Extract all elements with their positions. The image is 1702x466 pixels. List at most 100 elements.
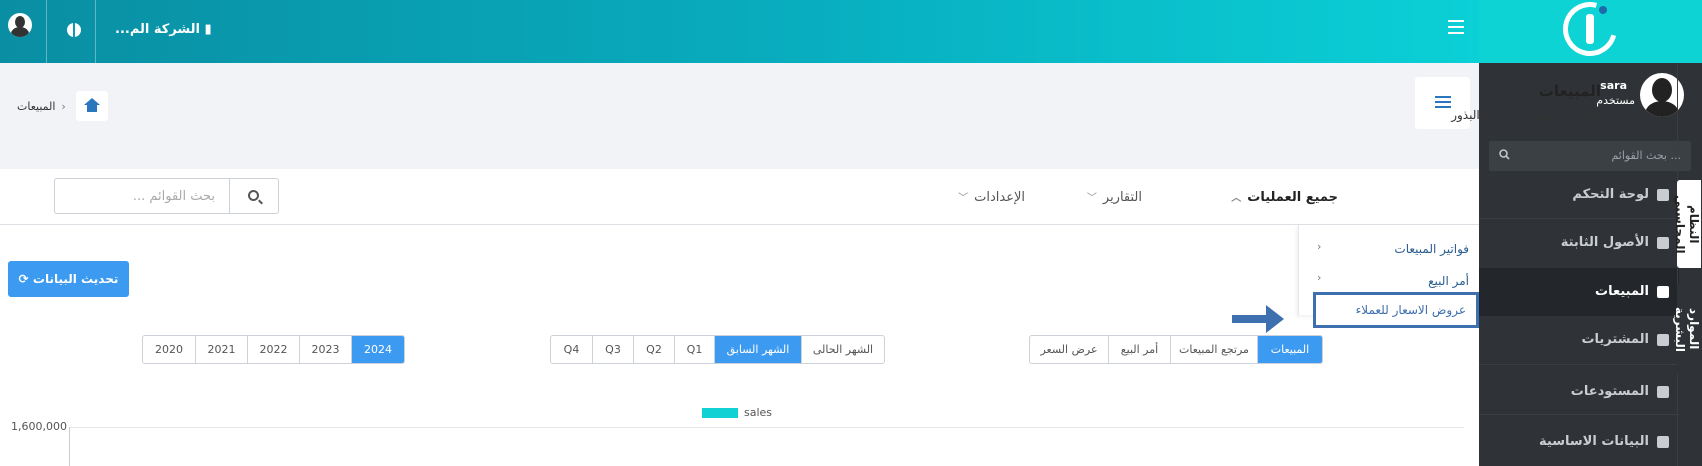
sidebar-item-label: المستودعات (1570, 384, 1649, 399)
tab-price-quote[interactable]: عرض السعر (1030, 336, 1108, 363)
dropdown-item-customer-quotes[interactable]: عروض الاسعار للعملاء (1313, 292, 1479, 328)
nav-all-operations[interactable]: جميع العمليات ︿ (1231, 189, 1338, 205)
building-icon: ▮ (204, 22, 212, 37)
tab-q2[interactable]: Q2 (633, 336, 674, 363)
info-icon (1657, 436, 1669, 448)
tab-year-2024[interactable]: 2024 (351, 336, 404, 363)
breadcrumb-company[interactable]: الشركة المصرية (1520, 108, 1601, 122)
breadcrumb-label: المبيعات (17, 100, 56, 113)
y-tick-label: 1,600,000 (11, 420, 67, 433)
tab-q1[interactable]: Q1 (674, 336, 714, 363)
tab-year-2020[interactable]: 2020 (143, 336, 195, 363)
chevron-left-icon: ‹ (1509, 108, 1514, 122)
home-button[interactable] (76, 91, 108, 121)
search-icon (1499, 149, 1510, 164)
dropdown-item-sales-order[interactable]: أمر البيع (1428, 274, 1469, 288)
search-button[interactable] (228, 178, 279, 214)
sidebar-item-sales[interactable]: المبيعات (1479, 268, 1679, 316)
chevron-right-icon: › (1317, 240, 1322, 253)
divider (46, 0, 47, 63)
arrow-right-icon (1232, 305, 1288, 339)
breadcrumb-current: المبيعات › (17, 100, 66, 113)
company-selector[interactable]: ▮ الشركة الم... (115, 22, 212, 37)
file-icon (1657, 237, 1669, 249)
chevron-down-icon: ﹀ (1086, 193, 1097, 204)
y-axis (69, 427, 70, 466)
tab-hr[interactable]: الموارد البشرية (1673, 284, 1701, 374)
tab-year-2023[interactable]: 2023 (299, 336, 351, 363)
legend-swatch (702, 408, 738, 418)
nav-settings[interactable]: الإعدادات ﹀ (958, 189, 1025, 205)
user-name: sara (1600, 79, 1627, 92)
tab-current-month[interactable]: الشهر الحالى (801, 336, 884, 363)
module-nav: جميع العمليات ︿ التقارير ﹀ الإعدادات ﹀ بحث … (0, 169, 1479, 225)
tab-year-2022[interactable]: 2022 (247, 336, 299, 363)
sidebar-item-label: الأصول الثابتة (1560, 235, 1649, 250)
nav-label: الإعدادات (974, 190, 1025, 205)
sidebar-search-input[interactable]: بحث القوائم ... (1489, 141, 1691, 171)
year-tabs: 2020 2021 2022 2023 2024 (142, 335, 405, 364)
tab-sales[interactable]: المبيعات (1257, 336, 1322, 363)
divider (1479, 414, 1679, 415)
chevron-right-icon: › (61, 100, 66, 113)
search-input[interactable]: بحث القوائم ... (54, 178, 230, 214)
company-name: الشركة الم... (115, 22, 200, 37)
top-bar: ▮ الشركة الم... (0, 0, 1479, 63)
tab-accounting[interactable]: النظام المحاسبي (1673, 180, 1701, 268)
logo-area (1479, 0, 1702, 66)
divider (95, 0, 96, 63)
sidebar-item-warehouses[interactable]: المستودعات (1479, 368, 1679, 416)
refresh-label: تحديث البيانات (32, 272, 119, 286)
user-avatar-icon[interactable] (8, 13, 32, 37)
sidebar-item-basic-data[interactable]: البيانات الاساسية (1479, 418, 1679, 466)
page-header (0, 63, 1479, 153)
sidebar: sara مستخدم بحث القوائم ... لوحة التحكم … (1479, 63, 1702, 466)
menu-toggle-icon[interactable] (1448, 20, 1464, 34)
truck-icon (1657, 286, 1669, 298)
grid-line (69, 427, 1464, 428)
sidebar-item-label: المبيعات (1595, 284, 1649, 299)
chevron-right-icon: › (1317, 271, 1322, 284)
dropdown-item-label: عروض الاسعار للعملاء (1355, 303, 1466, 317)
chevron-up-icon: ︿ (1231, 193, 1242, 204)
logo-dot (1599, 6, 1607, 14)
sidebar-item-dashboard[interactable]: لوحة التحكم (1479, 171, 1679, 219)
breadcrumb-branch[interactable]: فرع البذور (1451, 108, 1503, 122)
tab-sales-order[interactable]: أمر البيع (1108, 336, 1170, 363)
chevron-down-icon: ﹀ (958, 193, 969, 204)
user-role: مستخدم (1596, 94, 1635, 107)
sidebar-item-purchases[interactable]: المشتريات (1479, 316, 1679, 364)
breadcrumb: الشركة المصرية ‹ فرع البذور (1451, 108, 1601, 122)
sidebar-item-label: لوحة التحكم (1572, 187, 1649, 202)
nav-reports[interactable]: التقارير ﹀ (1087, 189, 1142, 205)
page-title: المبيعات (1538, 82, 1601, 100)
tab-previous-month[interactable]: الشهر السابق (714, 336, 801, 363)
type-tabs: عرض السعر أمر البيع مرتجع المبيعات المبي… (1029, 335, 1323, 364)
home-icon (84, 98, 100, 112)
archive-icon (1657, 386, 1669, 398)
tab-q3[interactable]: Q3 (592, 336, 633, 363)
search-placeholder: بحث القوائم ... (132, 189, 215, 204)
user-block: sara مستخدم (1479, 63, 1702, 141)
nav-label: التقارير (1102, 190, 1142, 205)
tab-sales-returns[interactable]: مرتجع المبيعات (1170, 336, 1257, 363)
dashboard-icon (1657, 189, 1669, 201)
dropdown-item-sales-invoices[interactable]: فواتير المبيعات (1394, 242, 1469, 256)
tab-q4[interactable]: Q4 (551, 336, 592, 363)
search-placeholder: بحث القوائم ... (1611, 149, 1681, 162)
refresh-icon: ⟳ (18, 272, 29, 286)
nav-label: جميع العمليات (1247, 190, 1338, 205)
sidebar-item-label: المشتريات (1581, 332, 1649, 347)
tab-year-2021[interactable]: 2021 (195, 336, 247, 363)
sidebar-item-label: البيانات الاساسية (1539, 434, 1649, 449)
period-tabs: Q4 Q3 Q2 Q1 الشهر السابق الشهر الحالى (550, 335, 885, 364)
money-icon (1657, 334, 1669, 346)
logo-letter (1586, 14, 1594, 44)
globe-icon[interactable] (67, 23, 81, 37)
legend-label[interactable]: sales (744, 406, 772, 419)
search-icon (248, 190, 259, 201)
sidebar-item-fixed-assets[interactable]: الأصول الثابتة (1479, 219, 1679, 267)
list-icon (1435, 96, 1451, 109)
refresh-data-button[interactable]: تحديث البيانات ⟳ (8, 261, 129, 297)
divider (1479, 364, 1679, 365)
